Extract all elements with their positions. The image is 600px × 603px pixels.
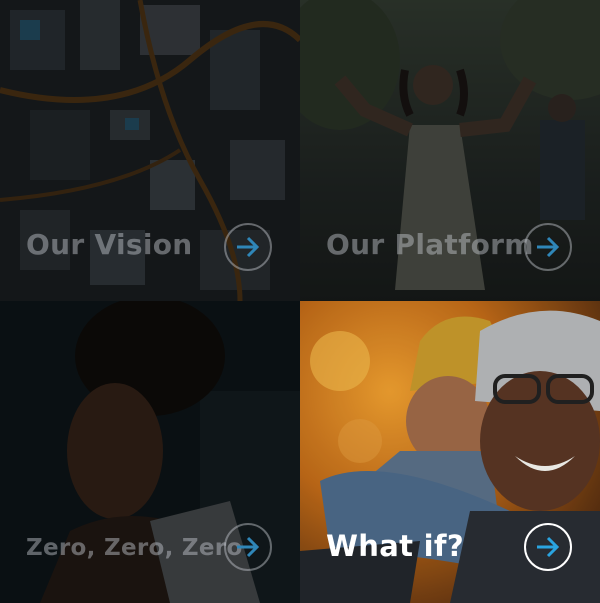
tile-label: Our Vision bbox=[26, 228, 193, 261]
arrow-right-icon bbox=[537, 236, 560, 258]
arrow-button[interactable] bbox=[524, 523, 572, 571]
arrow-button[interactable] bbox=[224, 223, 272, 271]
tile-what-if[interactable]: What if? bbox=[300, 301, 600, 603]
arrow-button[interactable] bbox=[524, 223, 572, 271]
arrow-right-icon bbox=[237, 536, 260, 558]
arrow-right-icon bbox=[237, 236, 260, 258]
tile-label: Our Platform bbox=[326, 228, 534, 261]
tile-label: Zero, Zero, Zero bbox=[26, 535, 243, 561]
arrow-right-icon bbox=[537, 536, 560, 558]
tile-zero-zero-zero[interactable]: Zero, Zero, Zero bbox=[0, 301, 300, 603]
tile-our-platform[interactable]: Our Platform bbox=[300, 0, 600, 301]
tile-label: What if? bbox=[326, 529, 464, 563]
feature-tile-grid: Our Vision Our Platform Zero, Zero, Zero… bbox=[0, 0, 600, 603]
arrow-button[interactable] bbox=[224, 523, 272, 571]
tile-our-vision[interactable]: Our Vision bbox=[0, 0, 300, 301]
